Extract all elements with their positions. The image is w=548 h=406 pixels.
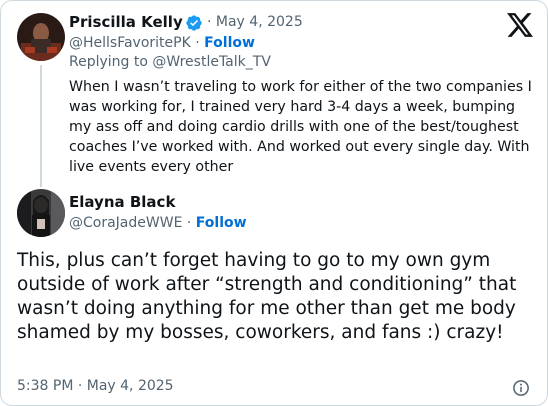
parent-tweet-text: When I wasn’t traveling to work for eith… [69, 79, 532, 175]
replying-to-label: Replying to [69, 54, 148, 70]
parent-author-handle[interactable]: @HellsFavoritePK [69, 35, 191, 51]
parent-tweet-date[interactable]: · May 4, 2025 [207, 14, 303, 30]
info-icon[interactable] [512, 379, 530, 397]
main-author-name[interactable]: Elayna Black [69, 193, 175, 211]
parent-author-avatar[interactable] [17, 13, 65, 61]
separator-dot: · [186, 215, 192, 231]
main-author-handle-row: @CoraJadeWWE · Follow [69, 215, 247, 231]
tweet-timestamp[interactable]: 5:38 PM · May 4, 2025 [17, 378, 174, 394]
parent-author-name[interactable]: Priscilla Kelly [69, 13, 183, 31]
x-logo-icon[interactable] [507, 13, 533, 37]
replying-to-handle[interactable]: @WrestleTalk_TV [152, 54, 271, 70]
verified-badge-icon [186, 15, 202, 31]
main-follow-button[interactable]: Follow [196, 215, 247, 231]
main-author-handle[interactable]: @CoraJadeWWE [69, 215, 182, 231]
thread-connector-line [40, 65, 42, 187]
parent-follow-button[interactable]: Follow [204, 35, 255, 51]
embedded-tweet-card[interactable]: Priscilla Kelly · May 4, 2025 @HellsFavo… [0, 0, 548, 406]
main-tweet-text: This, plus can’t forget having to go to … [17, 250, 517, 343]
separator-dot: · [195, 35, 200, 51]
replying-to-line: Replying to @WrestleTalk_TV [69, 54, 271, 70]
parent-author-handle-row: @HellsFavoritePK · Follow [69, 35, 255, 51]
main-author-avatar[interactable] [17, 189, 65, 237]
